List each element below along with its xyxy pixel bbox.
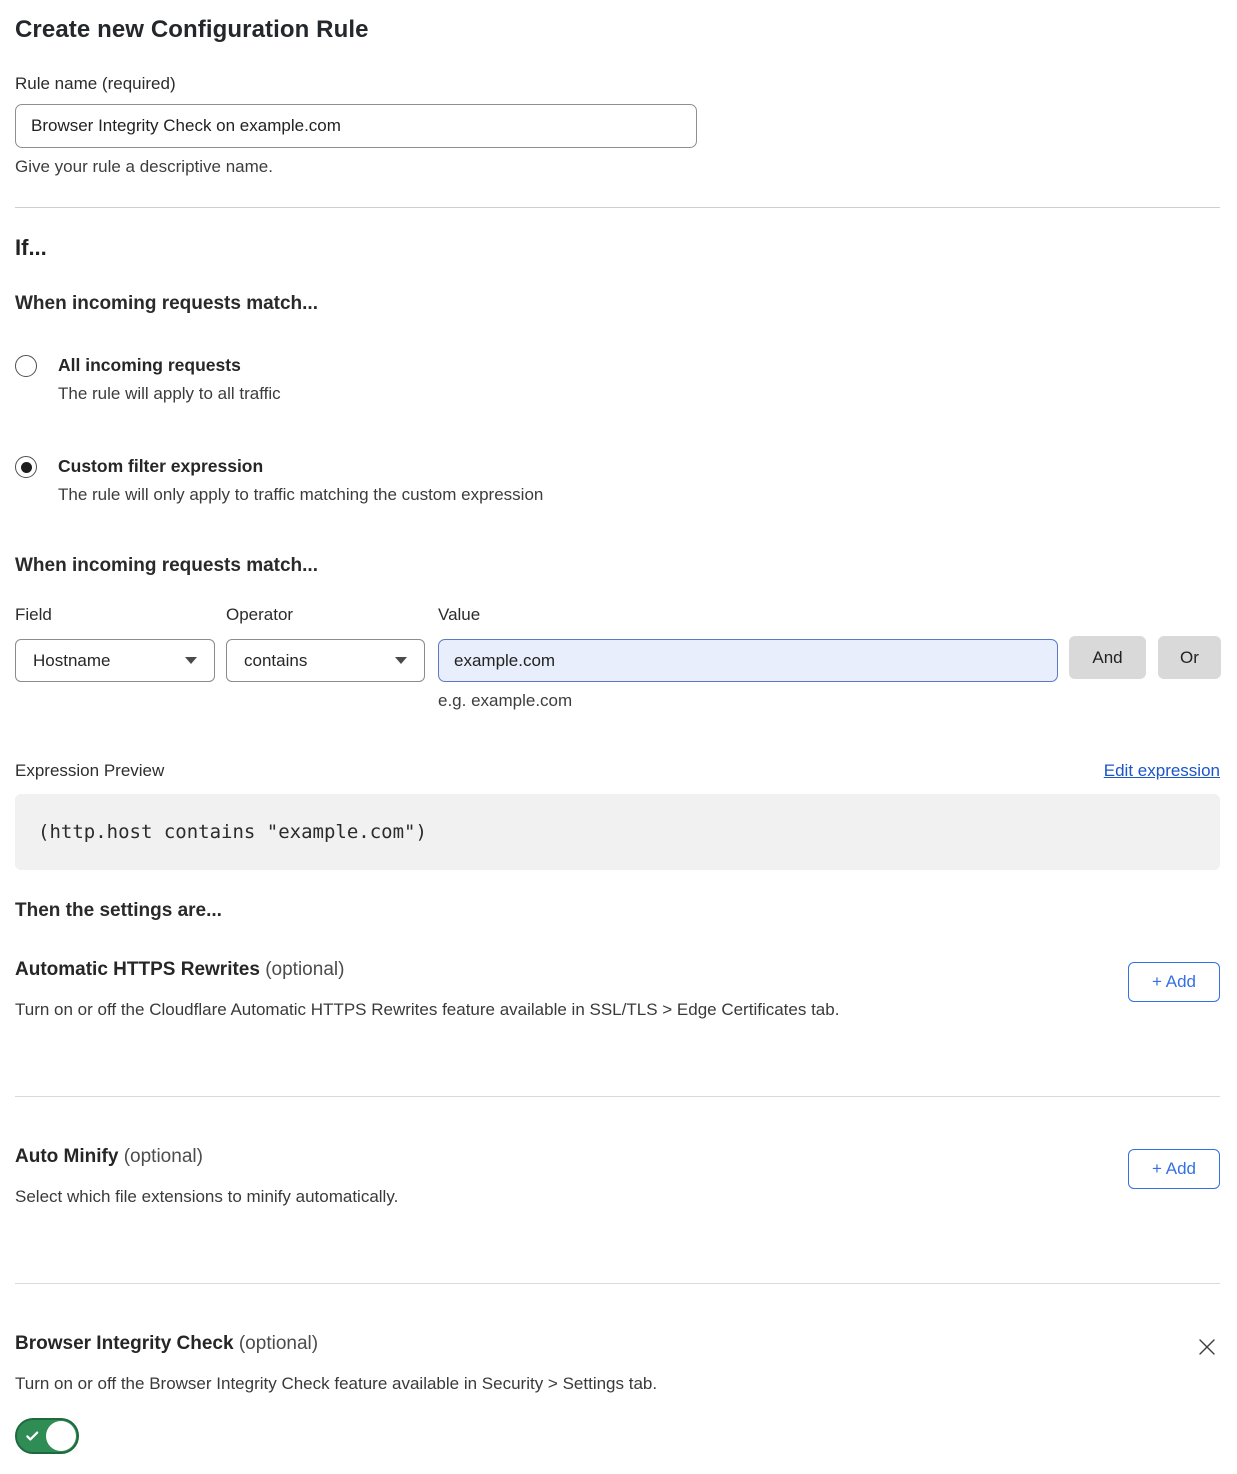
chevron-down-icon <box>395 657 407 664</box>
radio-button[interactable] <box>15 355 37 377</box>
toggle-knob[interactable] <box>46 1421 76 1451</box>
setting-optional-tag: (optional) <box>265 959 344 980</box>
setting-title: Browser Integrity Check <box>15 1333 234 1354</box>
setting-automatic-https-rewrites: Automatic HTTPS Rewrites (optional) Turn… <box>15 958 1220 1020</box>
setting-optional-tag: (optional) <box>124 1146 203 1167</box>
radio-option-all-incoming-requests[interactable]: All incoming requests The rule will appl… <box>15 355 1220 404</box>
chevron-down-icon <box>185 657 197 664</box>
close-icon <box>1196 1346 1218 1361</box>
operator-select-value: contains <box>244 651 307 671</box>
setting-divider <box>15 1283 1220 1284</box>
operator-select[interactable]: contains <box>226 639 425 682</box>
expression-preview-header: Expression Preview Edit expression <box>15 761 1220 781</box>
setting-browser-integrity-check: Browser Integrity Check (optional) Turn … <box>15 1332 1220 1454</box>
if-heading: If... <box>15 235 1220 261</box>
setting-title: Automatic HTTPS Rewrites <box>15 959 260 980</box>
rule-name-help: Give your rule a descriptive name. <box>15 157 1220 177</box>
setting-description: Turn on or off the Browser Integrity Che… <box>15 1373 657 1394</box>
add-auto-minify-button[interactable]: + Add <box>1128 1149 1220 1189</box>
setting-description: Turn on or off the Cloudflare Automatic … <box>15 999 839 1020</box>
and-button[interactable]: And <box>1069 636 1146 679</box>
setting-description: Select which file extensions to minify a… <box>15 1186 398 1207</box>
radio-option-description: The rule will only apply to traffic matc… <box>58 485 543 505</box>
radio-option-label: Custom filter expression <box>58 456 543 477</box>
rule-name-input[interactable] <box>15 104 697 148</box>
value-label: Value <box>438 605 1058 625</box>
create-configuration-rule-form: Create new Configuration Rule Rule name … <box>0 0 1237 1474</box>
radio-option-label: All incoming requests <box>58 355 281 376</box>
or-button[interactable]: Or <box>1158 636 1221 679</box>
section-divider <box>15 207 1220 208</box>
expression-preview-label: Expression Preview <box>15 761 164 781</box>
setting-title: Auto Minify <box>15 1146 118 1167</box>
builder-heading: When incoming requests match... <box>15 555 1220 577</box>
radio-option-description: The rule will apply to all traffic <box>58 384 281 404</box>
value-help: e.g. example.com <box>438 691 1058 711</box>
field-select[interactable]: Hostname <box>15 639 215 682</box>
setting-divider <box>15 1096 1220 1097</box>
add-automatic-https-rewrites-button[interactable]: + Add <box>1128 962 1220 1002</box>
browser-integrity-check-toggle[interactable] <box>15 1418 79 1454</box>
then-settings-heading: Then the settings are... <box>15 900 1220 922</box>
value-input[interactable] <box>438 639 1058 682</box>
radio-option-custom-filter-expression[interactable]: Custom filter expression The rule will o… <box>15 456 1220 505</box>
setting-auto-minify: Auto Minify (optional) Select which file… <box>15 1145 1220 1207</box>
field-label: Field <box>15 605 215 625</box>
operator-label: Operator <box>226 605 425 625</box>
remove-setting-button[interactable] <box>1194 1334 1220 1360</box>
setting-optional-tag: (optional) <box>239 1333 318 1354</box>
rule-name-label: Rule name (required) <box>15 74 1220 94</box>
expression-preview-code: (http.host contains "example.com") <box>15 794 1220 870</box>
edit-expression-link[interactable]: Edit expression <box>1104 761 1220 781</box>
radio-button[interactable] <box>15 456 37 478</box>
match-heading: When incoming requests match... <box>15 293 1220 315</box>
check-icon <box>25 1429 40 1444</box>
expression-builder-row: Field Hostname Operator contains Value e… <box>15 605 1220 711</box>
field-select-value: Hostname <box>33 651 110 671</box>
page-title: Create new Configuration Rule <box>15 16 1220 44</box>
